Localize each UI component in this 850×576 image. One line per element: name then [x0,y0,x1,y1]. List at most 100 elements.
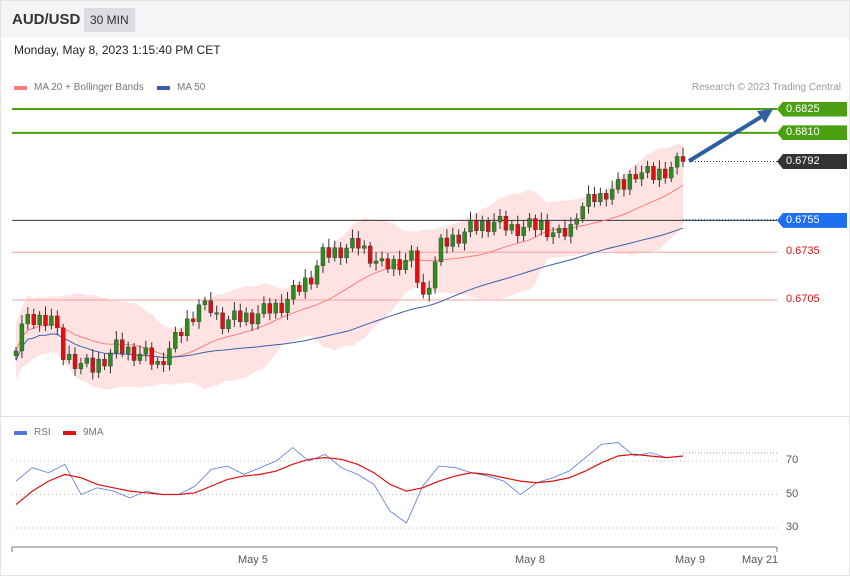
candle-body [320,247,326,266]
candle-body [680,156,686,162]
candle-body [444,237,450,247]
candle-body [249,312,255,325]
candle-body [190,318,196,322]
candle-body [545,221,550,238]
candle-body [574,218,579,225]
candle-body [379,258,385,262]
target-arrow [687,115,763,163]
candle-body [350,237,355,249]
rsi-tick-label: 30 [786,521,799,533]
candle-body [609,189,615,200]
candle-body [491,221,497,232]
x-tick-label: May 5 [238,554,268,566]
candle-body [90,357,95,373]
candle-body [173,332,178,349]
candle-body [657,168,662,181]
candle-body [131,346,137,361]
candle-body [43,314,48,326]
candle-body [480,221,485,231]
candle-body [55,315,60,329]
candle-body [497,215,503,223]
candle-body [120,339,125,354]
candle-body [462,231,467,244]
candle-body [332,247,337,258]
candle-body [562,228,568,237]
candle-body [580,206,585,220]
candle-body [668,167,674,179]
candle-body [604,193,609,200]
candle-body [61,327,66,360]
level-label-pivot: 0.6755 [777,212,847,228]
candle-body [267,303,273,314]
candle-body [550,232,556,238]
candle-body [385,258,391,270]
level-label-current: 0.6792 [777,154,847,170]
level-label-support: 0.6705 [786,293,820,305]
candle-body [19,323,25,352]
candle-body [25,314,31,325]
candle-body [344,247,349,259]
candle-body [486,221,491,232]
candle-body [285,298,290,313]
candle-body [108,352,113,367]
candle-body [639,172,644,180]
candle-body [291,285,296,300]
candle-body [509,224,515,231]
candle-body [37,314,42,325]
candle-body [220,312,225,329]
candle-body [633,174,638,180]
candle-body [373,260,379,264]
candle-body [474,220,479,231]
candle-body [391,259,396,270]
candle-body [362,245,367,249]
chart-canvas [11,108,778,552]
candle-body [261,303,267,314]
candle-body [397,259,402,270]
candle-body [314,265,320,285]
candle-body [66,354,72,360]
candle-body [143,347,149,355]
candle-body [84,357,90,364]
candle-body [468,220,473,233]
candle-body [415,250,420,283]
candle-body [308,277,314,285]
candle-body [167,348,172,366]
x-tick-label: May 9 [675,554,705,566]
x-tick-label: May 8 [515,554,545,566]
candle-body [149,347,154,365]
candle-body [645,166,650,173]
candle-body [114,339,119,354]
candle-body [226,319,231,329]
candle-body [31,314,36,325]
candle-body [674,156,680,168]
candle-body [539,221,544,231]
candle-body [244,312,249,323]
candle-body [621,179,627,190]
rsi-9ma-line [15,453,684,506]
candle-body [432,261,438,289]
candle-body [627,174,633,190]
chart-widget: AUD/USD 30 MIN Monday, May 8, 2023 1:15:… [0,0,850,576]
rsi-tick-label: 50 [786,487,799,500]
candle-body [96,359,101,373]
candle-body [155,361,160,365]
candle-body [421,282,426,295]
candle-body [214,312,219,315]
candle-body [586,193,591,207]
candle-body [663,168,668,179]
rsi-line [15,442,684,524]
candle-body [72,354,78,369]
level-label-target: 0.6825 [777,101,847,117]
candle-body [49,315,54,326]
candle-body [521,226,526,236]
candle-body [125,346,131,354]
candle-body [279,302,284,313]
candle-body [137,353,143,361]
candle-body [403,260,408,270]
candle-body [196,304,202,322]
candle-body [13,350,19,356]
candle-body [297,285,302,292]
candle-body [592,193,597,202]
candle-body [255,313,261,325]
candle-body [179,332,184,337]
